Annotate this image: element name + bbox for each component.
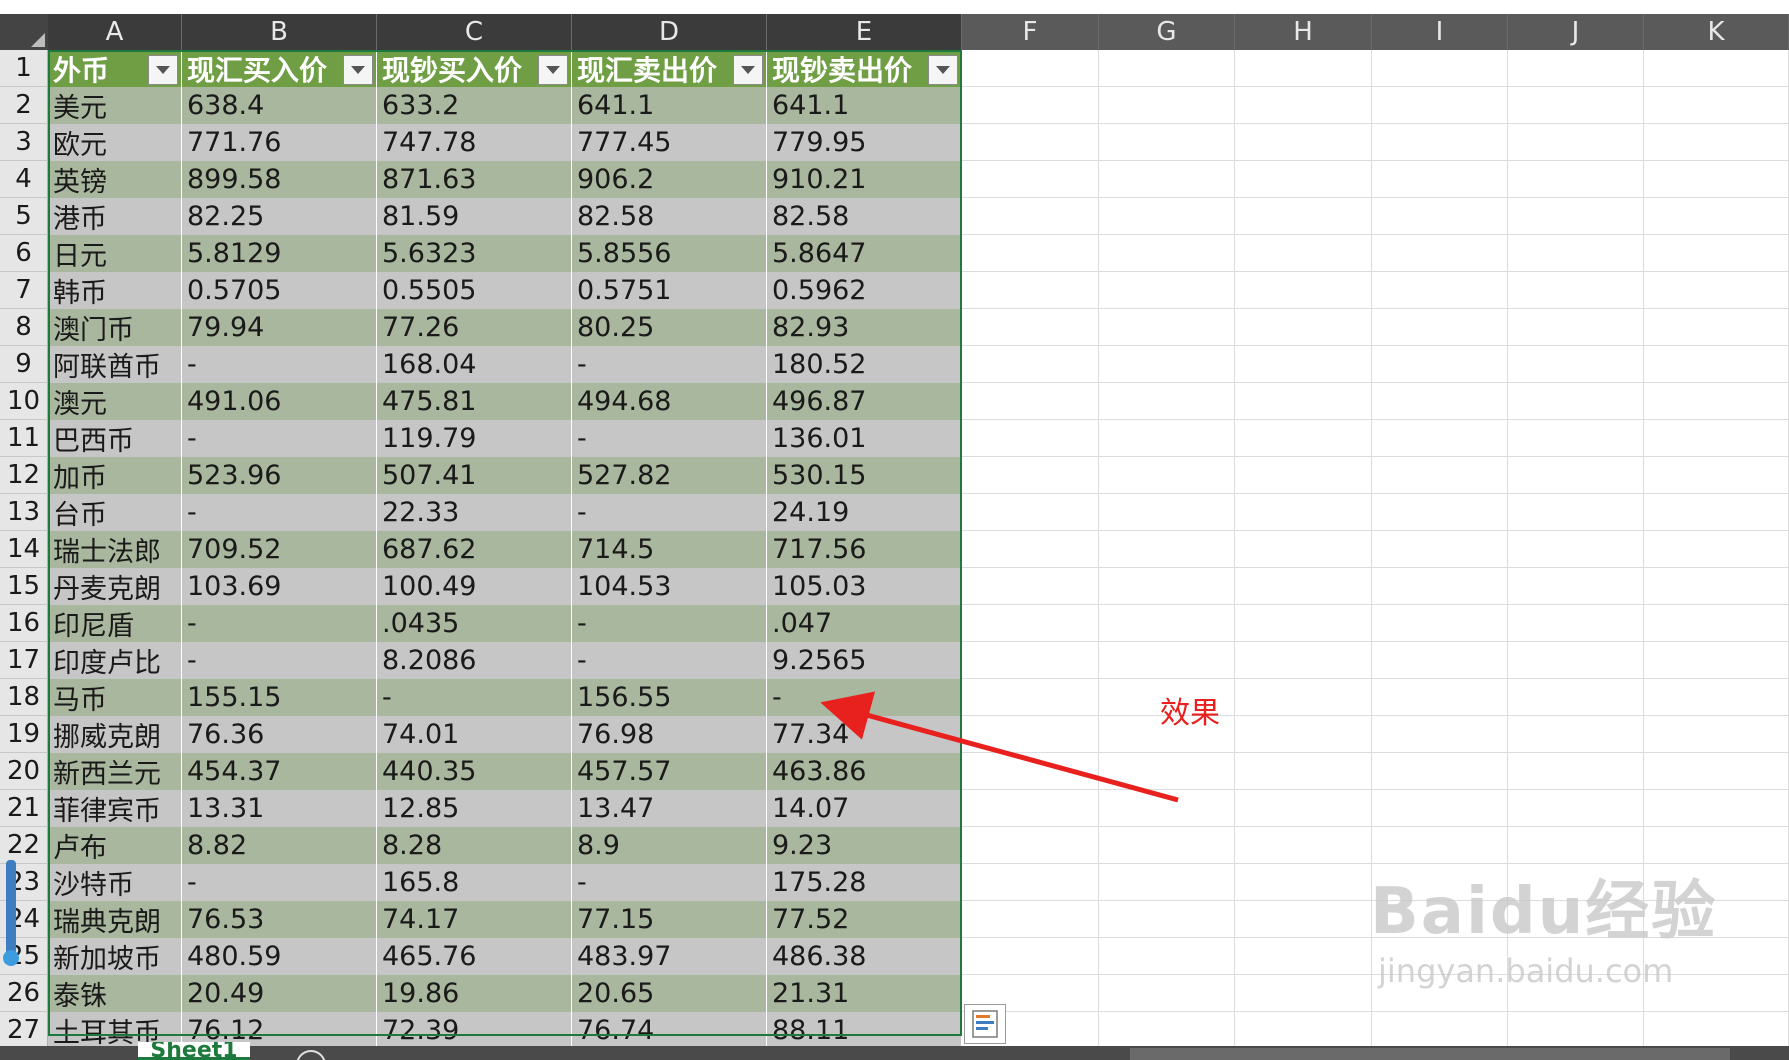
- watermark-logo: Baidu经验: [1370, 875, 1718, 949]
- baidu-watermark: Baidu经验 jingyan.baidu.com: [1370, 860, 1717, 990]
- watermark-url: jingyan.baidu.com: [1378, 952, 1674, 990]
- scroll-handle[interactable]: [3, 950, 19, 966]
- scroll-indicator[interactable]: [6, 860, 16, 960]
- sheet-tab-sheet1[interactable]: Sheet1: [138, 1042, 250, 1060]
- horizontal-scrollbar[interactable]: [1130, 1048, 1730, 1060]
- spreadsheet-window: ABCDEFGHIJK 1 2 3 4 5 6 7 8 9 10 11 12 13 14 15 16 17 18 1…: [0, 0, 1789, 1060]
